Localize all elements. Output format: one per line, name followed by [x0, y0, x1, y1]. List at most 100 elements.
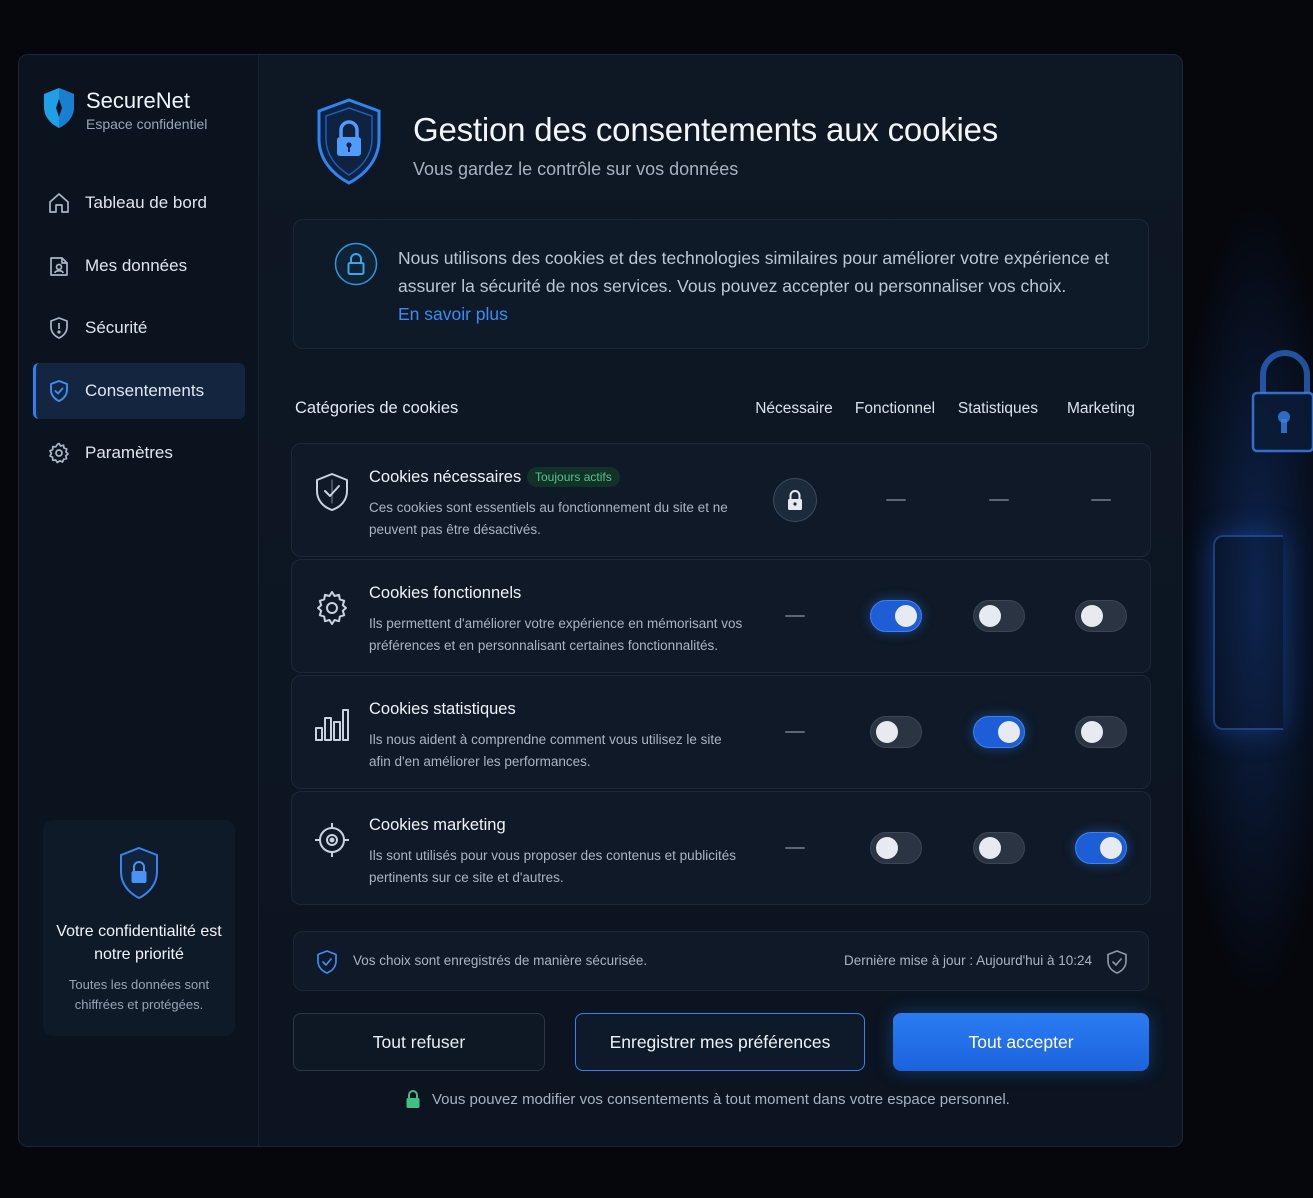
cookie-row-functional: Cookies fonctionnels Ils permettent d'am…: [291, 559, 1151, 673]
sidebar-item-dashboard[interactable]: Tableau de bord: [33, 175, 245, 231]
cookie-info-box: Nous utilisons des cookies et des techno…: [293, 219, 1149, 349]
toggle-functional-statistics[interactable]: [973, 600, 1025, 632]
locked-indicator: [773, 478, 817, 522]
lock-icon: [406, 1090, 420, 1108]
column-header-marketing: Marketing: [1066, 400, 1136, 417]
promo-title: Votre confidentialité est notre priorité: [56, 923, 222, 963]
toggle-statistics-marketing[interactable]: [1075, 716, 1127, 748]
app-window: SecureNet Espace confidentiel Tableau de…: [18, 54, 1183, 1147]
cookie-row-marketing: Cookies marketing Ils sont utilisés pour…: [291, 791, 1151, 905]
toggle-functional-functional[interactable]: [870, 600, 922, 632]
page-title: Gestion des consentements aux cookies: [413, 111, 999, 148]
row-title: Cookies statistiques: [369, 700, 516, 718]
toggle-statistics-functional[interactable]: [870, 716, 922, 748]
brand-subtitle: Espace confidentiel: [86, 116, 208, 132]
cell-marketing: [1051, 444, 1151, 556]
categories-header: Catégories de cookies: [295, 399, 459, 417]
row-title: Cookies nécessaires: [369, 468, 522, 486]
row-description: Ils nous aident à comprendne comment vou…: [369, 732, 722, 769]
background-lock-icon: [1251, 350, 1313, 453]
sidebar-item-security[interactable]: Sécurité: [33, 300, 245, 356]
cell-functional: [846, 792, 946, 904]
learn-more-link[interactable]: En savoir plus: [398, 300, 508, 328]
column-header-statistics: Statistiques: [957, 400, 1039, 417]
hero-shield-lock-icon: [317, 98, 381, 185]
sidebar-item-label: Tableau de bord: [85, 193, 207, 212]
cell-necessary: [745, 444, 845, 556]
last-updated-text: Dernière mise à jour : Aujourd'hui à 10:…: [844, 953, 1092, 968]
home-icon: [49, 193, 69, 213]
save-preferences-button[interactable]: Enregistrer mes préférences: [575, 1013, 865, 1071]
not-applicable-dash: [785, 731, 805, 733]
row-title: Cookies marketing: [369, 816, 506, 834]
sidebar-item-my-data[interactable]: Mes données: [33, 238, 245, 294]
info-text: Nous utilisons des cookies et des techno…: [398, 248, 1110, 296]
background-frame: [1213, 535, 1283, 730]
toggle-marketing-marketing[interactable]: [1075, 832, 1127, 864]
cell-statistics: [949, 676, 1049, 788]
cell-necessary: [745, 792, 845, 904]
cell-functional: [846, 560, 946, 672]
cell-statistics: [949, 560, 1049, 672]
not-applicable-dash: [785, 847, 805, 849]
toggle-marketing-functional[interactable]: [870, 832, 922, 864]
shield-check-icon: [1107, 950, 1127, 974]
footer-note-text: Vous pouvez modifier vos consentements à…: [432, 1090, 1010, 1108]
cell-marketing: [1051, 676, 1151, 788]
cell-statistics: [949, 792, 1049, 904]
sidebar: SecureNet Espace confidentiel Tableau de…: [19, 55, 259, 1146]
refuse-all-button[interactable]: Tout refuser: [293, 1013, 545, 1071]
saved-securely-text: Vos choix sont enregistrés de manière sé…: [353, 953, 648, 968]
sidebar-item-settings[interactable]: Paramètres: [33, 425, 245, 481]
not-applicable-dash: [886, 499, 906, 501]
shield-check-icon: [50, 379, 68, 402]
not-applicable-dash: [785, 615, 805, 617]
gear-icon: [317, 591, 347, 625]
privacy-promo-card: Votre confidentialité est notre priorité…: [43, 820, 235, 1036]
brand-shield-icon: [44, 88, 74, 128]
row-description: Ils permettent d'améliorer votre expérie…: [369, 616, 743, 653]
row-description: Ils sont utilisés pour vous proposer des…: [369, 848, 736, 885]
toggle-statistics-statistics[interactable]: [973, 716, 1025, 748]
shield-icon: [316, 473, 348, 511]
cell-statistics: [949, 444, 1049, 556]
status-bar: Vos choix sont enregistrés de manière sé…: [293, 931, 1149, 991]
lock-icon: [788, 490, 802, 510]
target-icon: [315, 823, 349, 857]
toggle-functional-marketing[interactable]: [1075, 600, 1127, 632]
sidebar-item-label: Sécurité: [85, 318, 148, 337]
cell-marketing: [1051, 560, 1151, 672]
cell-functional: [846, 676, 946, 788]
column-header-necessary: Nécessaire: [755, 400, 833, 417]
sidebar-item-consents[interactable]: Consentements: [33, 362, 245, 419]
row-title: Cookies fonctionnels: [369, 584, 522, 602]
cell-functional: [846, 444, 946, 556]
not-applicable-dash: [1091, 499, 1111, 501]
always-active-badge: Toujours actifs: [527, 467, 620, 487]
toggle-marketing-statistics[interactable]: [973, 832, 1025, 864]
promo-text: Toutes les données sont chiffrées et pro…: [68, 977, 210, 1012]
sidebar-nav: Tableau de bord Mes données Sécurité Con…: [33, 175, 245, 488]
accept-all-button[interactable]: Tout accepter: [893, 1013, 1149, 1071]
row-description: Ces cookies sont essentiels au fonctionn…: [369, 500, 728, 537]
data-icon: [50, 256, 68, 276]
footer-note: Vous pouvez modifier vos consentements à…: [405, 1089, 1010, 1109]
cell-necessary: [745, 676, 845, 788]
shield-lock-icon: [120, 846, 158, 900]
shield-icon: [50, 317, 68, 339]
cell-necessary: [745, 560, 845, 672]
cell-marketing: [1051, 792, 1151, 904]
column-header-functional: Fonctionnel: [854, 400, 936, 417]
bar-chart-icon: [315, 709, 349, 741]
cookie-row-necessary: Cookies nécessaires Toujours actifs Ces …: [291, 443, 1151, 557]
sidebar-item-label: Mes données: [85, 255, 188, 275]
gear-icon: [49, 442, 69, 464]
not-applicable-dash: [989, 499, 1009, 501]
brand: SecureNet Espace confidentiel: [43, 87, 207, 133]
brand-name: SecureNet: [86, 88, 190, 113]
sidebar-item-label: Paramètres: [85, 443, 173, 462]
info-text-block: Nous utilisons des cookies et des techno…: [398, 244, 1118, 328]
cookie-row-statistics: Cookies statistiques Ils nous aident à c…: [291, 675, 1151, 789]
lock-icon: [334, 242, 378, 286]
main-content: Gestion des consentements aux cookies Vo…: [259, 55, 1182, 1146]
